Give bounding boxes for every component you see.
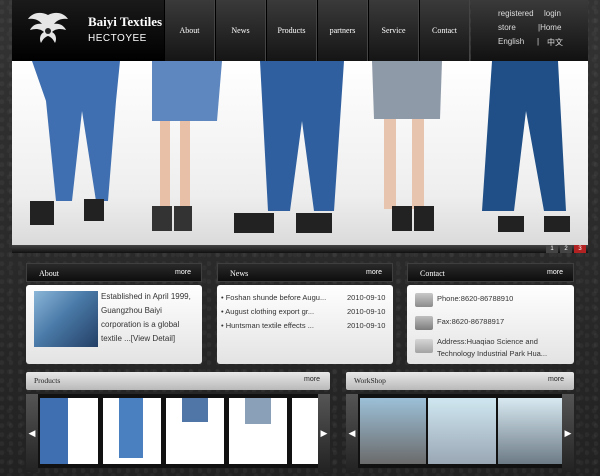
news-item-date: 2010-09-10 <box>347 321 386 330</box>
workshop-gallery: ◀ ▶ <box>346 394 574 472</box>
product-thumb[interactable] <box>292 398 318 464</box>
home-link[interactable]: |Home <box>538 23 561 32</box>
registered-link[interactable]: registered <box>498 9 534 18</box>
top-links: registered login store |Home English | 中… <box>471 0 588 61</box>
workshop-prev-button[interactable]: ◀ <box>346 394 358 472</box>
address-icon <box>415 339 433 353</box>
logo[interactable]: Baiyi Textiles HECTOYEE <box>12 0 164 61</box>
fax-icon <box>415 316 433 330</box>
news-more-link[interactable]: more <box>366 269 382 276</box>
workshop-more-link[interactable]: more <box>548 376 564 383</box>
chevron-right-icon: ▶ <box>320 427 328 438</box>
chevron-left-icon: ◀ <box>348 427 356 438</box>
products-prev-button[interactable]: ◀ <box>26 394 38 472</box>
products-header: Products more <box>26 372 330 390</box>
news-item-date: 2010-09-10 <box>347 307 386 316</box>
news-item[interactable]: • August clothing export gr... 2010-09-1… <box>221 307 391 321</box>
phone-icon <box>415 293 433 307</box>
workshop-thumb[interactable] <box>498 398 562 464</box>
about-title: About <box>39 269 59 278</box>
about-photo <box>34 291 98 347</box>
chinese-link[interactable]: 中文 <box>547 37 563 48</box>
hero-banner: 1 2 3 <box>12 61 588 253</box>
news-item[interactable]: • Huntsman textile effects ... 2010-09-1… <box>221 321 391 335</box>
pager-2[interactable]: 2 <box>560 245 572 253</box>
about-text: Established in April 1999, Guangzhou Bai… <box>101 292 191 343</box>
news-item-date: 2010-09-10 <box>347 293 386 302</box>
product-thumb[interactable] <box>40 398 98 464</box>
workshop-thumb[interactable] <box>428 398 496 464</box>
workshop-next-button[interactable]: ▶ <box>562 394 574 472</box>
product-thumb[interactable] <box>229 398 287 464</box>
contact-header: Contact more <box>407 263 574 282</box>
banner-pager-bar <box>12 245 588 253</box>
about-header: About more <box>26 263 202 282</box>
contact-phone: Phone:8620-86788910 <box>437 294 514 303</box>
store-link[interactable]: store <box>498 23 516 32</box>
jeans-models-image <box>30 61 570 233</box>
header: Baiyi Textiles HECTOYEE About News Produ… <box>0 0 600 61</box>
pager-1[interactable]: 1 <box>546 245 558 253</box>
news-panel: News more • Foshan shunde before Augu...… <box>217 263 393 364</box>
nav-contact[interactable]: Contact <box>419 0 470 61</box>
english-link[interactable]: English <box>498 37 524 46</box>
nav-products[interactable]: Products <box>266 0 317 61</box>
news-header: News more <box>217 263 393 282</box>
main-nav: About News Products partners Service Con… <box>164 0 470 61</box>
about-body: Established in April 1999, Guangzhou Bai… <box>26 285 202 364</box>
winged-logo-icon <box>28 12 68 43</box>
nav-about[interactable]: About <box>164 0 215 61</box>
workshop-title: WorkShop <box>354 376 386 385</box>
news-item-title[interactable]: • Huntsman textile effects ... <box>221 321 314 330</box>
news-title: News <box>230 269 249 278</box>
products-title: Products <box>34 376 61 385</box>
contact-panel: Contact more Phone:8620-86788910 Fax:862… <box>407 263 574 364</box>
workshop-header: WorkShop more <box>346 372 574 390</box>
contact-address: Address:Huaqiao Science and Technology I… <box>437 337 548 358</box>
about-panel: About more Established in April 1999, Gu… <box>26 263 202 364</box>
contact-more-link[interactable]: more <box>547 269 563 276</box>
contact-fax: Fax:8620-86788917 <box>437 317 505 326</box>
nav-partners[interactable]: partners <box>317 0 368 61</box>
pager-3[interactable]: 3 <box>574 245 586 253</box>
news-item-title[interactable]: • August clothing export gr... <box>221 307 314 316</box>
login-link[interactable]: login <box>544 9 561 18</box>
contact-body: Phone:8620-86788910 Fax:8620-86788917 Ad… <box>407 285 574 364</box>
brand-sub: HECTOYEE <box>88 33 147 44</box>
about-more-link[interactable]: more <box>175 269 191 276</box>
product-thumb[interactable] <box>103 398 161 464</box>
workshop-thumb[interactable] <box>360 398 426 464</box>
chevron-right-icon: ▶ <box>564 427 572 438</box>
brand-name: Baiyi Textiles <box>88 14 163 29</box>
product-thumb[interactable] <box>166 398 224 464</box>
nav-service[interactable]: Service <box>368 0 419 61</box>
products-next-button[interactable]: ▶ <box>318 394 330 472</box>
products-panel: Products more ◀ ▶ <box>26 372 330 472</box>
news-item[interactable]: • Foshan shunde before Augu... 2010-09-1… <box>221 293 391 307</box>
contact-title: Contact <box>420 269 445 278</box>
products-gallery: ◀ ▶ <box>26 394 330 472</box>
news-body: • Foshan shunde before Augu... 2010-09-1… <box>217 285 393 364</box>
nav-news[interactable]: News <box>215 0 266 61</box>
chevron-left-icon: ◀ <box>28 427 36 438</box>
news-item-title[interactable]: • Foshan shunde before Augu... <box>221 293 326 302</box>
workshop-panel: WorkShop more ◀ ▶ <box>346 372 574 472</box>
products-more-link[interactable]: more <box>304 376 320 383</box>
lang-separator: | <box>537 37 540 46</box>
